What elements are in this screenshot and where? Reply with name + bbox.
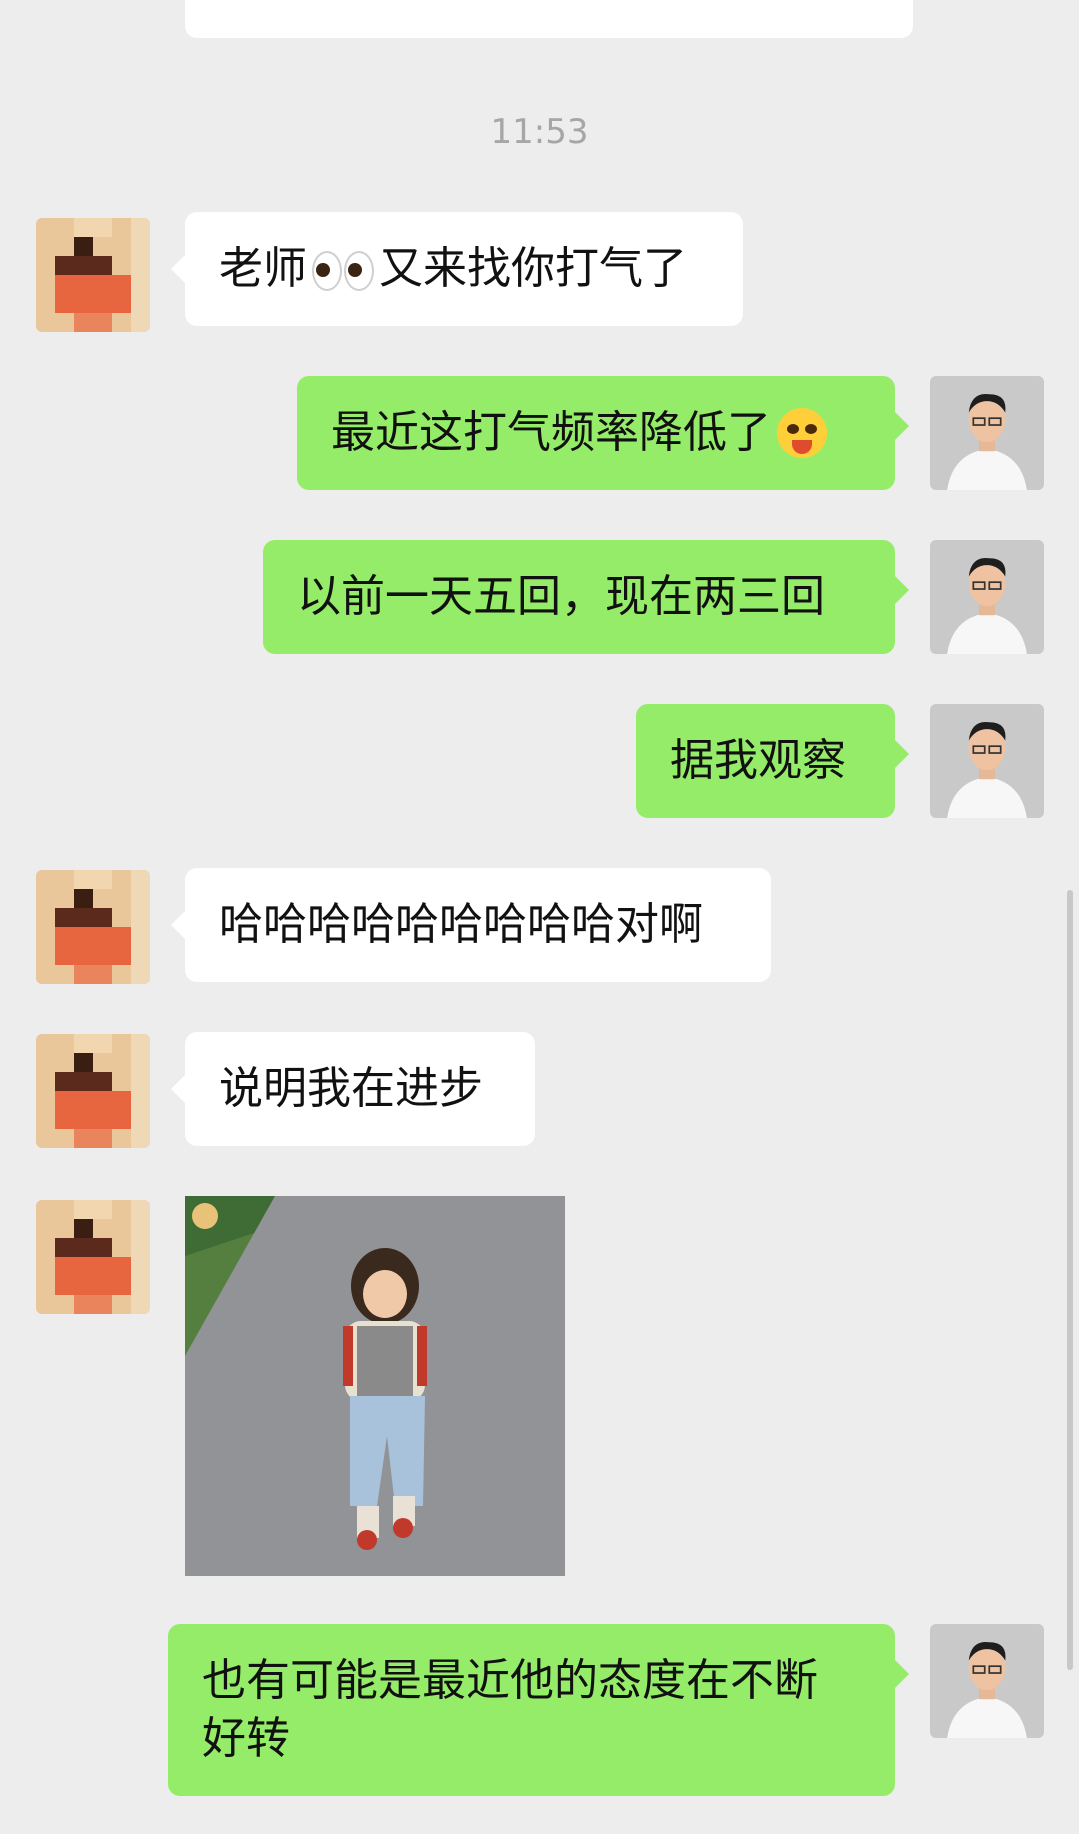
pixelated-avatar-icon (36, 870, 150, 984)
self-avatar[interactable] (930, 376, 1044, 490)
self-avatar[interactable] (930, 1624, 1044, 1738)
contact-avatar[interactable] (36, 1200, 150, 1314)
pixelated-avatar-icon (36, 1034, 150, 1148)
message-text: 老师 (219, 243, 307, 294)
man-portrait-avatar-icon (930, 540, 1044, 654)
message-text: 据我观察 (670, 735, 846, 786)
girl-walking-sticker-icon (185, 1196, 565, 1576)
message-bubble-right[interactable]: 也有可能是最近他的态度在不断 好转 (168, 1624, 909, 1796)
message-bubble-left[interactable]: 说明我在进步 (171, 1032, 535, 1146)
message-text: 最近这打气频率降低了 (331, 407, 771, 458)
self-avatar[interactable] (930, 540, 1044, 654)
message-bubble-right[interactable]: 以前一天五回，现在两三回 (263, 540, 909, 654)
message-bubble-right[interactable]: 据我观察 (636, 704, 909, 818)
message-bubble-left[interactable]: 老师 又来找你打气了 (171, 212, 743, 326)
man-portrait-avatar-icon (930, 1624, 1044, 1738)
message-text-line2: 好转 (202, 1713, 290, 1764)
flushed-smirk-emoji-icon (777, 408, 827, 458)
self-avatar[interactable] (930, 704, 1044, 818)
chat-scrollbar[interactable] (1067, 890, 1073, 1670)
message-timestamp: 11:53 (490, 112, 589, 152)
message-bubble-right[interactable]: 最近这打气频率降低了 (297, 376, 909, 490)
message-text: 以前一天五回，现在两三回 (297, 571, 825, 622)
contact-avatar[interactable] (36, 1034, 150, 1148)
message-bubble-left[interactable]: 哈哈哈哈哈哈哈哈哈对啊 (171, 868, 771, 982)
message-text: 说明我在进步 (219, 1063, 483, 1114)
contact-avatar[interactable] (36, 218, 150, 332)
message-text: 也有可能是最近他的态度在不断 (202, 1655, 818, 1706)
pixelated-avatar-icon (36, 1200, 150, 1314)
man-portrait-avatar-icon (930, 704, 1044, 818)
message-text-continued: 又来找你打气了 (379, 243, 687, 294)
message-text: 哈哈哈哈哈哈哈哈哈对啊 (219, 899, 703, 950)
man-portrait-avatar-icon (930, 376, 1044, 490)
partial-message-bubble[interactable] (185, 0, 913, 38)
pixelated-avatar-icon (36, 218, 150, 332)
eyes-emoji-icon (311, 240, 375, 298)
contact-avatar[interactable] (36, 870, 150, 984)
sticker-image[interactable] (185, 1196, 565, 1576)
